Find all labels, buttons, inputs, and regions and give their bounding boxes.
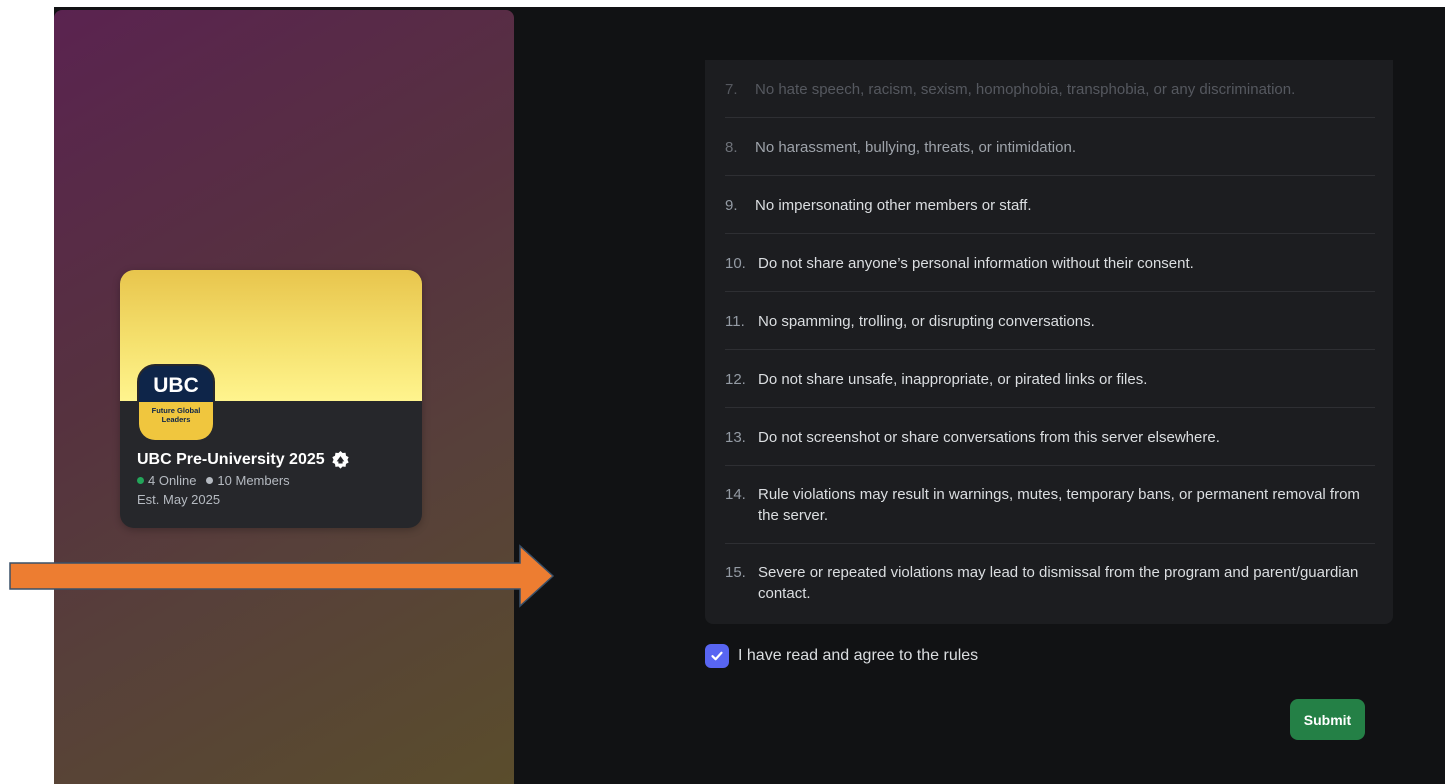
rule-text: No spamming, trolling, or disrupting con… bbox=[758, 313, 1095, 330]
member-count: 10 Members bbox=[217, 473, 290, 488]
community-badge-icon bbox=[331, 450, 350, 469]
rule-number: 14. bbox=[725, 486, 746, 503]
rule-item: 9. No impersonating other members or staf… bbox=[725, 176, 1375, 234]
agree-checkbox[interactable] bbox=[705, 644, 729, 668]
logo-title: UBC bbox=[153, 374, 199, 397]
members-dot-icon bbox=[206, 477, 214, 484]
established-date: Est. May 2025 bbox=[137, 492, 221, 507]
rule-text: No hate speech, racism, sexism, homophob… bbox=[755, 81, 1296, 98]
rule-item: 15. Severe or repeated violations may lea… bbox=[725, 544, 1375, 622]
rule-number: 8. bbox=[725, 139, 738, 156]
submit-button[interactable]: Submit bbox=[1290, 699, 1365, 740]
rule-text: No impersonating other members or staff. bbox=[755, 197, 1032, 214]
server-name-row: UBC Pre-University 2025 bbox=[137, 450, 350, 469]
rule-text: Do not screenshot or share conversations… bbox=[758, 429, 1220, 446]
agree-label: I have read and agree to the rules bbox=[738, 647, 979, 664]
logo-subtitle: Future Global Leaders bbox=[139, 402, 213, 440]
rule-number: 15. bbox=[725, 564, 746, 581]
orange-arrow-annotation bbox=[9, 544, 555, 608]
checkmark-icon bbox=[711, 651, 723, 661]
server-name: UBC Pre-University 2025 bbox=[137, 450, 325, 468]
rule-number: 13. bbox=[725, 429, 746, 446]
rule-number: 11. bbox=[725, 313, 745, 330]
server-logo: UBC Future Global Leaders bbox=[137, 364, 215, 442]
server-stats: 4 Online 10 Members bbox=[137, 473, 290, 488]
rule-item: 14. Rule violations may result in warning… bbox=[725, 466, 1375, 544]
rule-text: Do not share unsafe, inappropriate, or p… bbox=[758, 371, 1148, 388]
rule-text: Rule violations may result in warnings, … bbox=[758, 486, 1360, 524]
online-count: 4 Online bbox=[148, 473, 197, 488]
server-card: UBC Future Global Leaders UBC Pre-Univer… bbox=[120, 270, 422, 528]
rule-text: Severe or repeated violations may lead t… bbox=[758, 564, 1359, 602]
rule-number: 9. bbox=[725, 197, 738, 214]
rule-item: 8. No harassment, bullying, threats, or i… bbox=[725, 118, 1375, 176]
agree-checkbox-row[interactable]: I have read and agree to the rules bbox=[705, 644, 978, 668]
rule-number: 10. bbox=[725, 255, 746, 272]
rule-number: 12. bbox=[725, 371, 746, 388]
online-dot-icon bbox=[137, 477, 144, 484]
rule-item: 7. No hate speech, racism, sexism, homoph… bbox=[725, 60, 1375, 118]
rule-item: 11. No spamming, trolling, or disrupting … bbox=[725, 292, 1375, 350]
rule-item: 10. Do not share anyone’s personal inform… bbox=[725, 234, 1375, 292]
rules-list[interactable]: 7. No hate speech, racism, sexism, homoph… bbox=[705, 60, 1393, 624]
rule-number: 7. bbox=[725, 81, 738, 98]
rule-item: 12. Do not share unsafe, inappropriate, o… bbox=[725, 350, 1375, 408]
rule-text: No harassment, bullying, threats, or int… bbox=[755, 139, 1076, 156]
screen: UBC Future Global Leaders UBC Pre-Univer… bbox=[0, 0, 1445, 784]
rule-item: 13. Do not screenshot or share conversati… bbox=[725, 408, 1375, 466]
rule-text: Do not share anyone’s personal informati… bbox=[758, 255, 1194, 272]
